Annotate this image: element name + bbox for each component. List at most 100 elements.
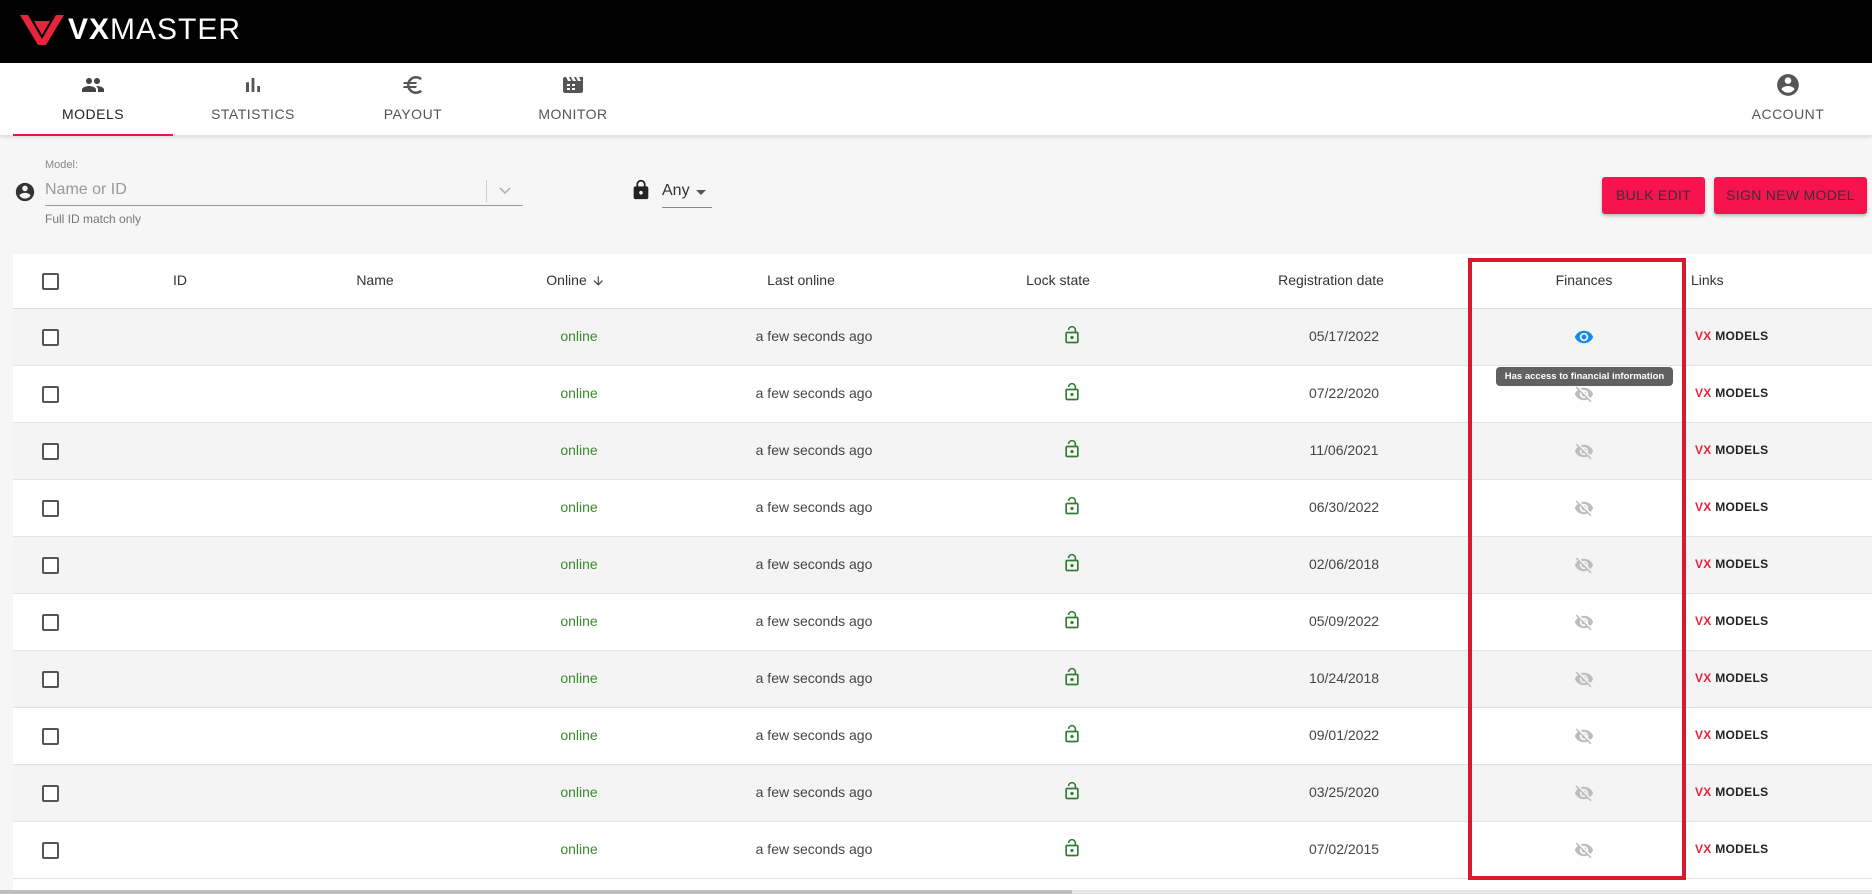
row-checkbox[interactable] xyxy=(42,842,59,859)
unlocked-lock-icon[interactable] xyxy=(1062,837,1082,859)
cell-registration-date: 06/30/2022 xyxy=(1308,499,1380,515)
column-header-online-label: Online xyxy=(546,272,587,288)
nav-account[interactable]: ACCOUNT xyxy=(1708,63,1868,136)
cell-last-online: a few seconds ago xyxy=(755,613,873,629)
vx-models-link[interactable]: VX MODELS xyxy=(1695,500,1768,514)
cell-last-online: a few seconds ago xyxy=(755,670,873,686)
vx-models-link[interactable]: VX MODELS xyxy=(1695,785,1768,799)
table-row[interactable]: online a few seconds ago 07/02/2015 VX MODE… xyxy=(13,822,1872,879)
row-checkbox[interactable] xyxy=(42,443,59,460)
column-header-id[interactable]: ID xyxy=(173,272,187,288)
cell-last-online: a few seconds ago xyxy=(755,499,873,515)
eye-off-icon[interactable] xyxy=(1572,840,1596,860)
horizontal-scrollbar-thumb[interactable] xyxy=(0,890,1072,894)
row-checkbox[interactable] xyxy=(42,785,59,802)
eye-off-icon[interactable] xyxy=(1572,555,1596,575)
cell-online-status: online xyxy=(560,613,598,629)
unlocked-lock-icon[interactable] xyxy=(1062,609,1082,631)
cell-last-online: a few seconds ago xyxy=(755,841,873,857)
unlocked-lock-icon[interactable] xyxy=(1062,666,1082,688)
cell-registration-date: 03/25/2020 xyxy=(1308,784,1380,800)
field-separator xyxy=(486,180,487,202)
eye-off-icon[interactable] xyxy=(1572,384,1596,404)
vx-models-link[interactable]: VX MODELS xyxy=(1695,386,1768,400)
model-field-hint: Full ID match only xyxy=(45,212,142,226)
app-header: VXMASTER xyxy=(0,0,1872,63)
vx-models-link[interactable]: VX MODELS xyxy=(1695,671,1768,685)
nav-account-label: ACCOUNT xyxy=(1751,106,1825,122)
row-checkbox[interactable] xyxy=(42,728,59,745)
account-circle-icon xyxy=(1777,74,1799,96)
sort-arrow-down-icon xyxy=(594,276,604,286)
table-row[interactable]: online a few seconds ago 11/06/2021 VX MODE… xyxy=(13,423,1872,480)
chevron-down-icon[interactable] xyxy=(497,182,513,198)
row-checkbox[interactable] xyxy=(42,557,59,574)
caret-down-icon xyxy=(696,190,706,195)
cell-registration-date: 07/22/2020 xyxy=(1308,385,1380,401)
cell-online-status: online xyxy=(560,385,598,401)
unlocked-lock-icon[interactable] xyxy=(1062,552,1082,574)
column-header-last-online[interactable]: Last online xyxy=(767,272,835,288)
unlocked-lock-icon[interactable] xyxy=(1062,723,1082,745)
cell-registration-date: 10/24/2018 xyxy=(1308,670,1380,686)
nav-tab-models[interactable]: MODELS xyxy=(13,63,173,136)
column-header-name[interactable]: Name xyxy=(356,272,393,288)
cell-last-online: a few seconds ago xyxy=(755,385,873,401)
nav-tab-statistics[interactable]: STATISTICS xyxy=(173,63,333,136)
column-header-lock-state[interactable]: Lock state xyxy=(1026,272,1090,288)
nav-tab-label: MODELS xyxy=(61,106,125,122)
cell-online-status: online xyxy=(560,499,598,515)
select-all-checkbox[interactable] xyxy=(42,273,59,290)
sign-new-model-button[interactable]: SIGN NEW MODEL xyxy=(1714,177,1867,214)
vx-models-link[interactable]: VX MODELS xyxy=(1695,842,1768,856)
lock-state-select[interactable]: Any xyxy=(662,178,712,208)
eye-off-icon[interactable] xyxy=(1572,783,1596,803)
nav-tab-label: STATISTICS xyxy=(211,106,295,122)
table-row[interactable]: online a few seconds ago 06/30/2022 VX MODE… xyxy=(13,480,1872,537)
models-table: ID Name Online Last online Lock state Re… xyxy=(13,254,1872,894)
vx-master-logo[interactable]: VXMASTER xyxy=(20,12,241,48)
eye-icon[interactable] xyxy=(1572,327,1596,347)
nav-tab-payout[interactable]: PAYOUT xyxy=(333,63,493,136)
column-header-registration-date[interactable]: Registration date xyxy=(1278,272,1384,288)
row-checkbox[interactable] xyxy=(42,671,59,688)
vx-models-link[interactable]: VX MODELS xyxy=(1695,557,1768,571)
table-row[interactable]: online a few seconds ago 02/06/2018 VX MODE… xyxy=(13,537,1872,594)
column-header-online[interactable]: Online xyxy=(546,272,605,288)
table-row[interactable]: online a few seconds ago 05/17/2022 VX MODE… xyxy=(13,309,1872,366)
row-checkbox[interactable] xyxy=(42,500,59,517)
table-row[interactable]: online a few seconds ago 09/01/2022 VX MODE… xyxy=(13,708,1872,765)
account-circle-icon xyxy=(15,182,35,202)
lock-icon xyxy=(633,179,649,200)
model-search-input[interactable] xyxy=(45,178,475,202)
vx-models-link[interactable]: VX MODELS xyxy=(1695,728,1768,742)
eye-off-icon[interactable] xyxy=(1572,669,1596,689)
model-search-field[interactable] xyxy=(45,172,523,206)
bulk-edit-button[interactable]: BULK EDIT xyxy=(1602,177,1705,214)
eye-off-icon[interactable] xyxy=(1572,612,1596,632)
table-row[interactable]: online a few seconds ago 05/09/2022 VX MODE… xyxy=(13,594,1872,651)
vx-models-link[interactable]: VX MODELS xyxy=(1695,614,1768,628)
cell-online-status: online xyxy=(560,841,598,857)
unlocked-lock-icon[interactable] xyxy=(1062,438,1082,460)
cell-registration-date: 07/02/2015 xyxy=(1308,841,1380,857)
vx-models-link[interactable]: VX MODELS xyxy=(1695,329,1768,343)
vx-models-link[interactable]: VX MODELS xyxy=(1695,443,1768,457)
row-checkbox[interactable] xyxy=(42,614,59,631)
unlocked-lock-icon[interactable] xyxy=(1062,780,1082,802)
eye-off-icon[interactable] xyxy=(1572,441,1596,461)
unlocked-lock-icon[interactable] xyxy=(1062,495,1082,517)
table-row[interactable]: online a few seconds ago 03/25/2020 VX MODE… xyxy=(13,765,1872,822)
row-checkbox[interactable] xyxy=(42,329,59,346)
cell-registration-date: 05/17/2022 xyxy=(1308,328,1380,344)
main-navigation: MODELS STATISTICS PAYOUT MONITOR ACCOUNT xyxy=(0,63,1872,136)
cell-last-online: a few seconds ago xyxy=(755,556,873,572)
row-checkbox[interactable] xyxy=(42,386,59,403)
eye-off-icon[interactable] xyxy=(1572,498,1596,518)
nav-tab-monitor[interactable]: MONITOR xyxy=(493,63,653,136)
unlocked-lock-icon[interactable] xyxy=(1062,324,1082,346)
table-row[interactable]: online a few seconds ago 10/24/2018 VX MODE… xyxy=(13,651,1872,708)
column-header-finances[interactable]: Finances xyxy=(1556,272,1613,288)
eye-off-icon[interactable] xyxy=(1572,726,1596,746)
unlocked-lock-icon[interactable] xyxy=(1062,381,1082,403)
